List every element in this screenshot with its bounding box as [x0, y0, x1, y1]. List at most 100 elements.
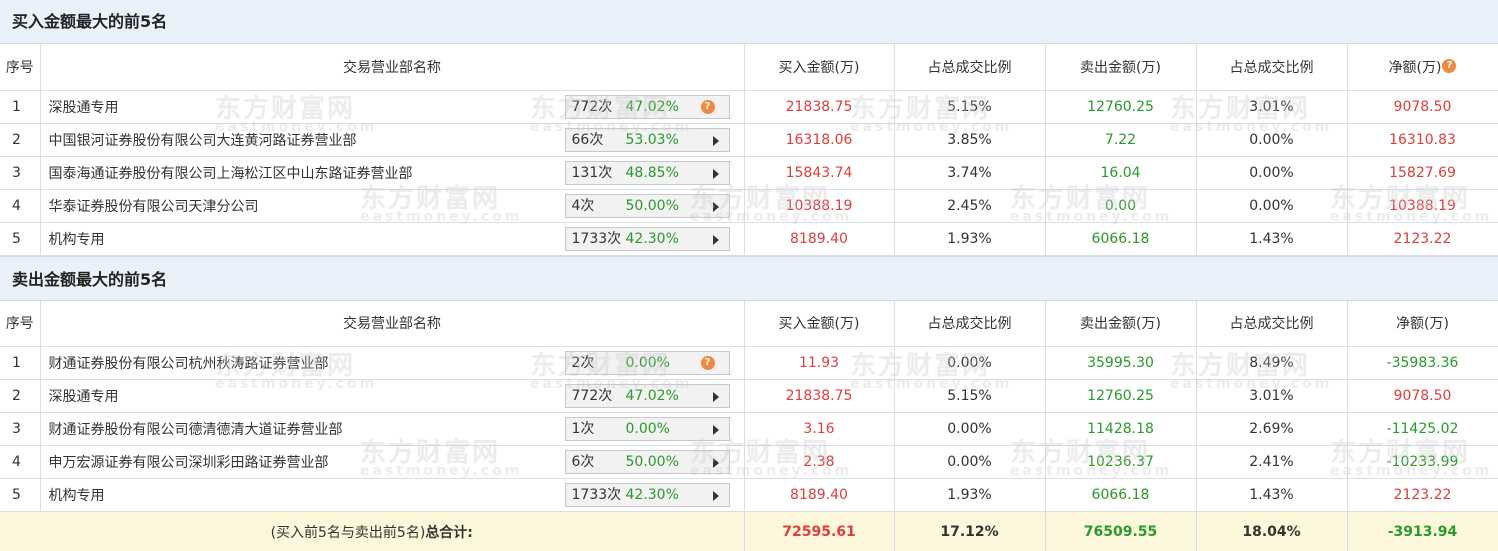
listing-count: 1733次: [571, 230, 622, 247]
column-header-label: 卖出金额(万): [1080, 316, 1161, 333]
broker-stats-button[interactable]: 772次 47.02%?: [564, 94, 730, 119]
broker-stats-button[interactable]: 1次 0.00%: [564, 417, 730, 441]
broker-stats-button[interactable]: 4次 50.00%: [564, 193, 730, 218]
buy-amount: 8189.40: [744, 222, 895, 256]
listing-count: 1次: [571, 421, 595, 437]
column-header: 净额(万)?: [1347, 44, 1498, 91]
total-buy-ratio: 17.12%: [894, 511, 1046, 551]
total-label-prefix: (买入前5名与卖出前5名): [270, 524, 426, 541]
listing-count: 6次: [571, 454, 595, 470]
broker-name-link[interactable]: 财通证券股份有限公司杭州秋涛路证券营业部: [49, 353, 329, 373]
net-amount: 10388.19: [1347, 189, 1498, 223]
buy-amount: 15843.74: [744, 156, 895, 190]
row-index: 5: [0, 222, 41, 256]
net-amount: 9078.50: [1347, 90, 1498, 124]
question-help-icon[interactable]: ?: [1442, 58, 1457, 73]
broker-cell: 机构专用 1733次 42.30%: [40, 478, 745, 512]
triangle-right-icon[interactable]: [712, 392, 719, 402]
broker-stats-button[interactable]: 1733次 42.30%: [564, 226, 730, 251]
table-row: 5 机构专用 1733次 42.30% 8189.40 1.93% 6066.18 1.43%…: [0, 478, 1498, 512]
net-amount: -35983.36: [1347, 346, 1498, 380]
triangle-right-icon[interactable]: [712, 491, 719, 501]
listing-count: 1733次: [571, 487, 622, 503]
sell-amount: 0.00: [1045, 189, 1197, 223]
column-header: 占总成交比例: [894, 300, 1046, 347]
broker-stats-button[interactable]: 1733次 42.30%: [564, 483, 730, 507]
broker-name-link[interactable]: 机构专用: [49, 229, 105, 249]
success-rate: 53.03%: [625, 131, 679, 148]
listing-count: 131次: [571, 164, 613, 181]
column-header-label: 交易营业部名称: [343, 316, 441, 333]
row-index: 1: [0, 90, 41, 124]
broker-cell: 深股通专用 772次 47.02%?: [40, 90, 745, 124]
column-header-label: 占总成交比例: [927, 316, 1012, 333]
broker-name-link[interactable]: 深股通专用: [49, 97, 119, 117]
table-row: 3 国泰海通证券股份有限公司上海松江区中山东路证券营业部 131次 48.85% 158…: [0, 156, 1498, 190]
sell-ratio: 2.41%: [1196, 445, 1348, 479]
broker-cell: 财通证券股份有限公司德清德清大道证券营业部 1次 0.00%: [40, 412, 745, 446]
broker-name-link[interactable]: 华泰证券股份有限公司天津分公司: [49, 196, 259, 216]
broker-name-link[interactable]: 深股通专用: [49, 386, 119, 406]
broker-stats-button[interactable]: 772次 47.02%: [564, 384, 730, 408]
broker-name-link[interactable]: 申万宏源证券有限公司深圳彩田路证券营业部: [49, 452, 329, 472]
broker-cell: 机构专用 1733次 42.30%: [40, 222, 745, 256]
sell-amount: 10236.37: [1045, 445, 1197, 479]
column-header: 序号: [0, 300, 41, 347]
buy-ratio: 0.00%: [894, 412, 1046, 446]
broker-stats-button[interactable]: 2次 0.00%?: [564, 351, 730, 375]
row-index: 4: [0, 189, 41, 223]
buy-ratio: 3.85%: [894, 123, 1046, 157]
broker-name-link[interactable]: 中国银河证券股份有限公司大连黄河路证券营业部: [49, 130, 357, 150]
table-row: 2 中国银河证券股份有限公司大连黄河路证券营业部 66次 53.03% 16318.06…: [0, 123, 1498, 157]
broker-cell: 华泰证券股份有限公司天津分公司 4次 50.00%: [40, 189, 745, 223]
column-header-label: 净额(万): [1388, 59, 1442, 76]
broker-stats-button[interactable]: 131次 48.85%: [564, 160, 730, 185]
sell-amount: 7.22: [1045, 123, 1197, 157]
listing-count: 772次: [571, 388, 613, 404]
question-help-icon[interactable]: ?: [700, 356, 715, 370]
buy-ratio: 0.00%: [894, 346, 1046, 380]
broker-stats-button[interactable]: 6次 50.00%: [564, 450, 730, 474]
section-title: 买入金额最大的前5名: [0, 0, 1498, 44]
column-header-label: 净额(万): [1396, 316, 1449, 333]
column-header-label: 序号: [5, 316, 34, 333]
broker-name-link[interactable]: 国泰海通证券股份有限公司上海松江区中山东路证券营业部: [49, 163, 413, 183]
net-amount: 2123.22: [1347, 478, 1498, 512]
row-index: 3: [0, 156, 41, 190]
net-amount: -10233.99: [1347, 445, 1498, 479]
success-rate: 50.00%: [625, 454, 679, 470]
buy-amount: 21838.75: [744, 90, 895, 124]
column-header-label: 交易营业部名称: [343, 59, 441, 76]
broker-name-link[interactable]: 财通证券股份有限公司德清德清大道证券营业部: [49, 419, 343, 439]
buy-ratio: 5.15%: [894, 379, 1046, 413]
total-row: (买入前5名与卖出前5名)总合计: 72595.61 17.12% 76509.55 1…: [0, 511, 1498, 551]
total-sell-ratio: 18.04%: [1196, 511, 1348, 551]
triangle-right-icon[interactable]: [712, 168, 719, 179]
broker-cell: 国泰海通证券股份有限公司上海松江区中山东路证券营业部 131次 48.85%: [40, 156, 745, 190]
total-label-bold: 总合计:: [425, 524, 473, 541]
buy-ratio: 5.15%: [894, 90, 1046, 124]
row-index: 4: [0, 445, 41, 479]
triangle-right-icon[interactable]: [712, 234, 719, 245]
sell-amount: 6066.18: [1045, 222, 1197, 256]
broker-name-link[interactable]: 机构专用: [49, 485, 105, 505]
triangle-right-icon[interactable]: [712, 201, 719, 212]
sell-ratio: 8.49%: [1196, 346, 1348, 380]
triangle-right-icon[interactable]: [712, 425, 719, 435]
success-rate: 47.02%: [625, 98, 679, 115]
table-header-row: 序号 交易营业部名称 买入金额(万) 占总成交比例 卖出金额(万) 占总成交比例 净额(万): [0, 300, 1498, 347]
buy-amount: 8189.40: [744, 478, 895, 512]
triangle-right-icon[interactable]: [712, 135, 719, 146]
listing-count: 4次: [571, 197, 595, 214]
success-rate: 50.00%: [625, 197, 679, 214]
table-header-row: 序号 交易营业部名称 买入金额(万) 占总成交比例 卖出金额(万) 占总成交比例 净额(万)…: [0, 44, 1498, 91]
triangle-right-icon[interactable]: [712, 458, 719, 468]
column-header: 序号: [0, 44, 41, 91]
sell-ratio: 0.00%: [1196, 123, 1348, 157]
column-header: 买入金额(万): [744, 300, 895, 347]
question-help-icon[interactable]: ?: [700, 99, 715, 114]
buy-amount: 10388.19: [744, 189, 895, 223]
net-amount: 15827.69: [1347, 156, 1498, 190]
column-header: 占总成交比例: [894, 44, 1046, 91]
broker-stats-button[interactable]: 66次 53.03%: [564, 127, 730, 152]
